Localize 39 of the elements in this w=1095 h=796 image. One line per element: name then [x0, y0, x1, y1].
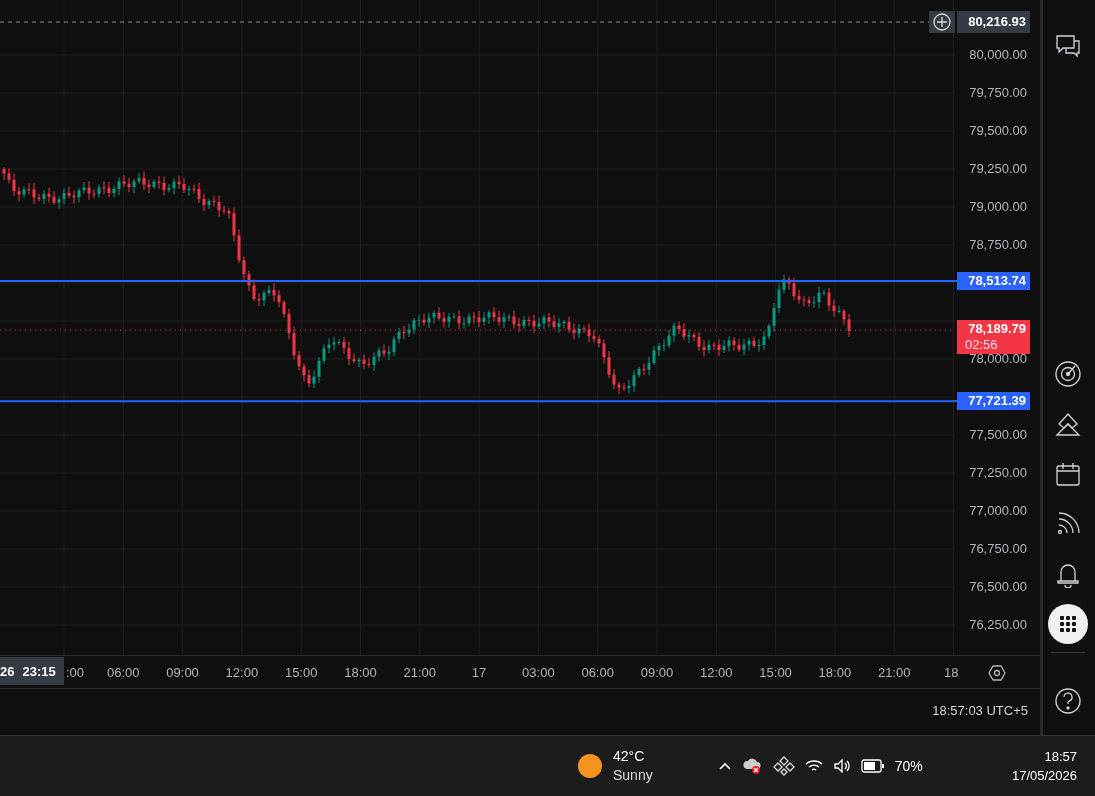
time-tick: 21:00	[877, 665, 911, 680]
timezone-clock[interactable]: 18:57:03 UTC+5	[932, 702, 1028, 718]
price-tick: 77,000.00	[969, 503, 1027, 519]
taskbar-time[interactable]: 18:57	[1044, 747, 1077, 766]
time-tick: 03:00	[522, 665, 555, 680]
time-tick: 06:00	[581, 665, 614, 680]
time-tick: 09:00	[166, 665, 199, 680]
level-price-label: 77,721.39	[957, 392, 1030, 411]
price-tick: 80,000.00	[969, 47, 1027, 63]
time-tick: :00	[66, 665, 85, 680]
time-tick: 18:00	[344, 665, 377, 680]
crosshair-time-label: 26 23:15	[0, 657, 64, 685]
time-tick: 09:00	[640, 665, 674, 680]
price-tick: 76,250.00	[969, 617, 1027, 633]
time-tick: 18	[944, 665, 959, 680]
time-tick: 18:00	[818, 665, 852, 680]
time-tick: 06:00	[107, 665, 140, 680]
time-tick: 15:00	[284, 665, 318, 680]
price-tick: 79,500.00	[969, 123, 1027, 139]
price-tick: 78,750.00	[969, 237, 1027, 253]
time-tick: 12:00	[700, 665, 733, 680]
time-tick: 17	[471, 665, 487, 680]
time-tick: 21:00	[403, 665, 437, 680]
price-tick: 79,000.00	[969, 199, 1027, 215]
time-tick: 15:00	[759, 665, 792, 680]
time-tick: 12:00	[225, 665, 259, 680]
battery-percent[interactable]: 70%	[894, 758, 923, 774]
price-tick: 76,750.00	[969, 541, 1027, 557]
level-price-label: 78,513.74	[957, 271, 1030, 290]
price-tick: 77,500.00	[969, 427, 1027, 443]
last-price-label: 78,189.79 02:56	[957, 320, 1030, 355]
taskbar-date[interactable]: 17/05/2026	[1011, 766, 1077, 785]
price-tick: 79,250.00	[969, 161, 1027, 177]
weather-condition[interactable]: Sunny	[613, 766, 653, 785]
weather-temperature[interactable]: 42°C	[613, 747, 653, 766]
crosshair-price-label: 80,216.93	[957, 11, 1030, 33]
price-tick: 76,500.00	[969, 579, 1027, 595]
price-tick: 79,750.00	[969, 85, 1027, 101]
price-tick: 77,250.00	[969, 465, 1027, 481]
